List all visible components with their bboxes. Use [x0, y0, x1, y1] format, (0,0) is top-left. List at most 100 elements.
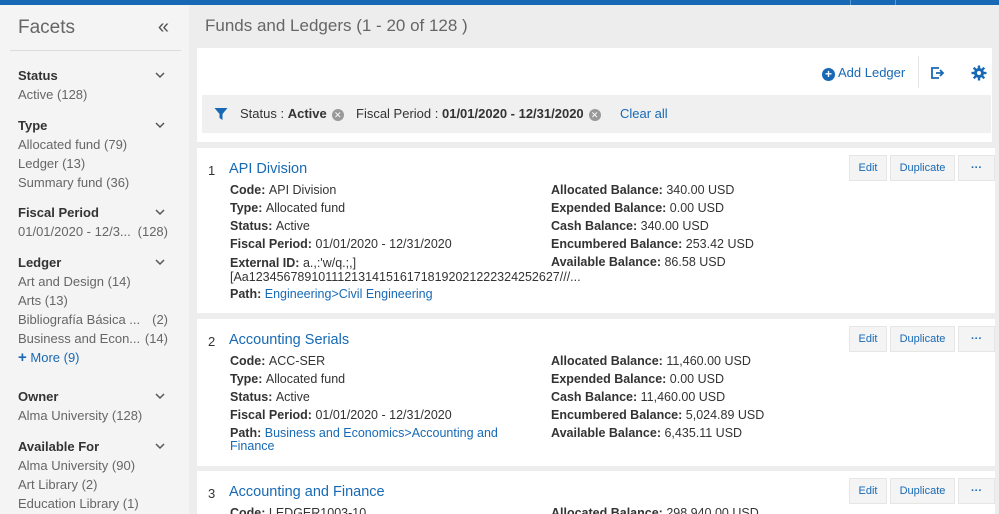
record-title-link[interactable]: Accounting and Finance — [229, 484, 385, 500]
clear-all-link[interactable]: Clear all — [620, 106, 668, 121]
record-left-column: Code: ACC-SER Type: Allocated fund Statu… — [230, 352, 498, 453]
facet-ledger: Ledger Art and Design (14) Arts (13) Bib… — [18, 253, 168, 367]
facet-item-label: Active (128) — [18, 87, 88, 102]
facet-item[interactable]: 01/01/2020 - 12/3... (128) — [18, 222, 168, 241]
chevron-down-icon[interactable] — [154, 256, 166, 268]
facet-title[interactable]: Fiscal Period — [18, 203, 168, 222]
facet-item[interactable]: Alma University (128) — [18, 406, 168, 425]
path-link[interactable]: Engineering>Civil Engineering — [265, 287, 433, 301]
field-label: Fiscal Period: — [230, 237, 316, 251]
field-value: 340.00 USD — [640, 219, 709, 233]
edit-button[interactable]: Edit — [849, 155, 887, 181]
add-ledger-label: Add Ledger — [838, 65, 906, 80]
plus-icon: + — [18, 349, 27, 366]
facet-item[interactable]: Education Library (1) — [18, 494, 168, 513]
field-label: Available Balance: — [551, 255, 665, 269]
top-bar-divider — [850, 0, 851, 5]
remove-circle-icon[interactable]: ✕ — [331, 109, 344, 121]
facet-item[interactable]: Active (128) — [18, 85, 168, 104]
chevron-down-icon[interactable] — [154, 119, 166, 131]
path-link[interactable]: Business and Economics>Accounting and — [265, 426, 498, 440]
facet-item[interactable]: Alma University (90) — [18, 456, 168, 475]
field-label: External ID: — [230, 256, 303, 270]
record-right-column: Allocated Balance: 11,460.00 USD Expende… — [551, 352, 764, 442]
facet-title[interactable]: Type — [18, 116, 168, 135]
field-value: 0.00 USD — [669, 372, 724, 386]
field-value: 340.00 USD — [666, 183, 735, 197]
field-value: Allocated fund — [265, 372, 346, 386]
filter-chip-fiscal-period: Fiscal Period : 01/01/2020 - 12/31/2020 ✕ — [356, 106, 601, 121]
facet-title[interactable]: Owner — [18, 387, 168, 406]
facets-title: Facets — [18, 17, 76, 38]
facet-item-label: Bibliografía Básica ... — [18, 312, 141, 327]
field-label: Expended Balance: — [551, 201, 670, 215]
field-value: 86.58 USD — [664, 255, 726, 269]
top-bar-divider — [895, 0, 896, 5]
active-filters-bar: Status : Active ✕ Fiscal Period : 01/01/2… — [202, 95, 991, 133]
record-left-column: Code: LEDGER1003-10 — [230, 504, 366, 514]
field-value: 11,460.00 USD — [666, 354, 751, 368]
filter-icon — [214, 108, 228, 120]
facet-item-label: Education Library (1) — [18, 496, 139, 511]
duplicate-button[interactable]: Duplicate — [890, 326, 955, 352]
facet-item[interactable]: Allocated fund (79) — [18, 135, 168, 154]
edit-button[interactable]: Edit — [849, 326, 887, 352]
facets-header: Facets « — [10, 5, 181, 51]
field-value: API Division — [268, 183, 337, 197]
field-value: 01/01/2020 - 12/31/2020 — [315, 237, 452, 251]
double-chevron-left-icon[interactable]: « — [158, 17, 169, 37]
field-value: LEDGER1003-10 — [268, 506, 367, 514]
chevron-down-icon[interactable] — [154, 69, 166, 81]
facet-item[interactable]: Ledger (13) — [18, 154, 168, 173]
remove-circle-icon[interactable]: ✕ — [588, 109, 601, 121]
facet-item[interactable]: Art Library (2) — [18, 475, 168, 494]
facet-fiscal-period: Fiscal Period 01/01/2020 - 12/3... (128) — [18, 203, 168, 241]
facet-item-count: (2) — [152, 312, 168, 327]
facet-item-label: Ledger (13) — [18, 156, 86, 171]
gear-icon[interactable] — [971, 65, 987, 81]
record-right-column: Allocated Balance: 340.00 USD Expended B… — [551, 181, 754, 271]
field-label: Code: — [230, 506, 269, 514]
add-ledger-button[interactable]: + Add Ledger — [822, 65, 905, 81]
chevron-down-icon[interactable] — [154, 440, 166, 452]
field-label: Cash Balance: — [551, 219, 641, 233]
facet-item[interactable]: Summary fund (36) — [18, 173, 168, 192]
facet-more-label: More (9) — [30, 350, 80, 365]
filter-chip-value: 01/01/2020 - 12/31/2020 — [441, 106, 584, 121]
record-number: 2 — [208, 334, 216, 349]
chevron-down-icon[interactable] — [154, 206, 166, 218]
facet-item[interactable]: Arts (13) — [18, 291, 168, 310]
field-label: Path: — [230, 287, 265, 301]
record-left-column: Code: API Division Type: Allocated fund … — [230, 181, 581, 303]
more-actions-button[interactable]: ··· — [958, 155, 995, 181]
page-title: Funds and Ledgers (1 - 20 of 128 ) — [205, 16, 468, 35]
field-value: [Aa1234567891011121314151617181920212223… — [230, 270, 581, 284]
field-value: Active — [275, 390, 310, 404]
record-title-link[interactable]: API Division — [229, 161, 307, 177]
more-actions-button[interactable]: ··· — [958, 478, 995, 504]
facet-title[interactable]: Status — [18, 66, 168, 85]
field-label: Fiscal Period: — [230, 408, 316, 422]
field-label: Type: — [230, 372, 266, 386]
facet-more-link[interactable]: + More (9) — [18, 348, 168, 367]
plus-circle-icon: + — [822, 68, 835, 81]
edit-button[interactable]: Edit — [849, 478, 887, 504]
field-label: Cash Balance: — [551, 390, 641, 404]
export-icon[interactable] — [929, 65, 945, 81]
facet-title[interactable]: Ledger — [18, 253, 168, 272]
facet-item[interactable]: Business and Econ... (14) — [18, 329, 168, 348]
facet-item-label: Alma University (90) — [18, 458, 136, 473]
record-title-link[interactable]: Accounting Serials — [229, 332, 349, 348]
field-value: 01/01/2020 - 12/31/2020 — [315, 408, 452, 422]
facet-title[interactable]: Available For — [18, 437, 168, 456]
facet-item[interactable]: Bibliografía Básica ... (2) — [18, 310, 168, 329]
duplicate-button[interactable]: Duplicate — [890, 155, 955, 181]
chevron-down-icon[interactable] — [154, 390, 166, 402]
record-row: 3 Accounting and Finance Edit Duplicate … — [197, 471, 995, 514]
duplicate-button[interactable]: Duplicate — [890, 478, 955, 504]
facet-item[interactable]: Art and Design (14) — [18, 272, 168, 291]
field-label: Encumbered Balance: — [551, 237, 686, 251]
path-link[interactable]: Finance — [230, 439, 274, 453]
field-value: a.,:'w/q.;,] — [302, 256, 357, 270]
more-actions-button[interactable]: ··· — [958, 326, 995, 352]
